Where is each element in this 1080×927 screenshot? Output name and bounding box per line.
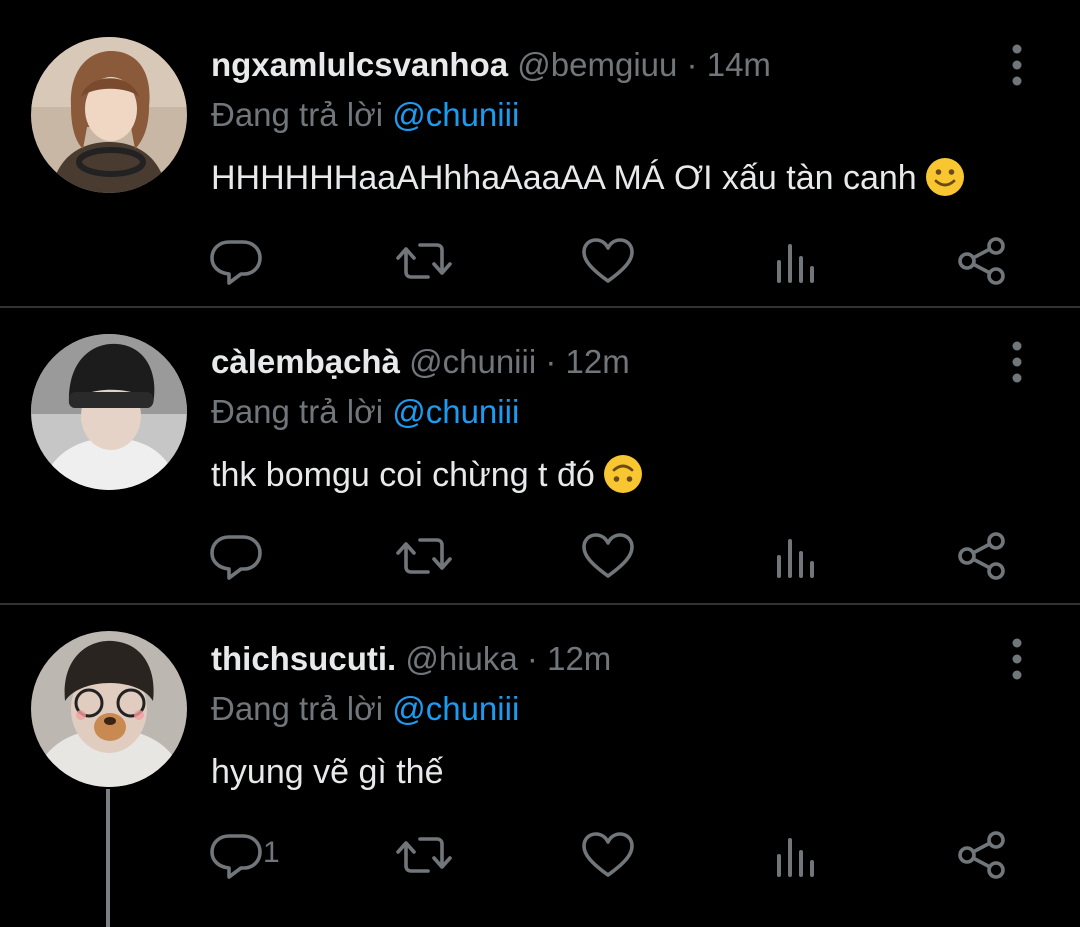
avatar[interactable] [31,37,187,193]
thread-line [106,789,110,927]
share-button[interactable] [952,830,1012,880]
divider [0,603,1080,605]
tweet[interactable]: ngxamlulcsvanhoa @bemgiuu · 14m Đang trả… [0,0,1080,307]
retweet-button[interactable] [394,236,454,286]
views-icon [768,531,828,581]
divider [0,306,1080,308]
avatar[interactable] [31,334,187,490]
tweet-text: HHHHHHaaAHhhaAaaAA MÁ ƠI xấu tàn canh [211,157,965,207]
share-icon [952,236,1012,286]
views-button[interactable] [768,531,828,581]
retweet-icon [394,236,454,286]
separator: · [545,343,557,380]
replying-to: Đang trả lời @chuniii [211,689,519,729]
more-icon[interactable] [1003,340,1031,384]
tweet-header: ngxamlulcsvanhoa @bemgiuu · 14m [211,45,771,85]
views-icon [768,236,828,286]
retweet-icon [394,531,454,581]
share-button[interactable] [952,531,1012,581]
views-button[interactable] [768,830,828,880]
tweet-text-content: hyung vẽ gì thế [211,753,444,791]
reply-icon [207,236,267,286]
handle[interactable]: @hiuka [405,640,517,677]
display-name[interactable]: ngxamlulcsvanhoa [211,46,508,83]
retweet-icon [394,830,454,880]
share-icon [952,830,1012,880]
tweet-text: thk bomgu coi chừng t đó [211,454,643,504]
tweet[interactable]: thichsucuti. @hiuka · 12m Đang trả lời @… [0,606,1080,927]
reply-icon [207,830,267,880]
timestamp[interactable]: 14m [707,46,771,83]
separator: · [526,640,538,677]
more-icon[interactable] [1003,43,1031,87]
reply-button[interactable]: 1 [207,830,280,880]
replying-to: Đang trả lời @chuniii [211,392,519,432]
replying-label: Đang trả lời [211,96,384,133]
like-button[interactable] [578,531,638,581]
display-name[interactable]: thichsucuti. [211,640,396,677]
views-button[interactable] [768,236,828,286]
reply-button[interactable] [207,236,267,286]
reply-icon [207,531,267,581]
retweet-button[interactable] [394,531,454,581]
display-name[interactable]: càlembạchà [211,343,400,380]
share-icon [952,531,1012,581]
replying-label: Đang trả lời [211,690,384,727]
upside-down-face-emoji [603,454,643,504]
replying-label: Đang trả lời [211,393,384,430]
reply-count: 1 [263,836,280,869]
tweet-text: hyung vẽ gì thế [211,751,444,793]
mention-link[interactable]: @chuniii [392,393,519,430]
handle[interactable]: @chuniii [409,343,536,380]
separator: · [686,46,698,83]
like-button[interactable] [578,236,638,286]
tweet[interactable]: càlembạchà @chuniii · 12m Đang trả lời @… [0,309,1080,604]
retweet-button[interactable] [394,830,454,880]
tweet-header: càlembạchà @chuniii · 12m [211,342,630,382]
more-icon[interactable] [1003,637,1031,681]
tweet-text-content: thk bomgu coi chừng t đó [211,456,595,494]
avatar[interactable] [31,631,187,787]
timestamp[interactable]: 12m [566,343,630,380]
timestamp[interactable]: 12m [547,640,611,677]
like-icon [578,236,638,286]
mention-link[interactable]: @chuniii [392,96,519,133]
slightly-smiling-face-emoji [925,157,965,207]
mention-link[interactable]: @chuniii [392,690,519,727]
tweet-header: thichsucuti. @hiuka · 12m [211,639,611,679]
views-icon [768,830,828,880]
share-button[interactable] [952,236,1012,286]
replying-to: Đang trả lời @chuniii [211,95,519,135]
like-icon [578,531,638,581]
tweet-text-content: HHHHHHaaAHhhaAaaAA MÁ ƠI xấu tàn canh [211,159,917,197]
reply-button[interactable] [207,531,267,581]
handle[interactable]: @bemgiuu [517,46,677,83]
like-button[interactable] [578,830,638,880]
like-icon [578,830,638,880]
